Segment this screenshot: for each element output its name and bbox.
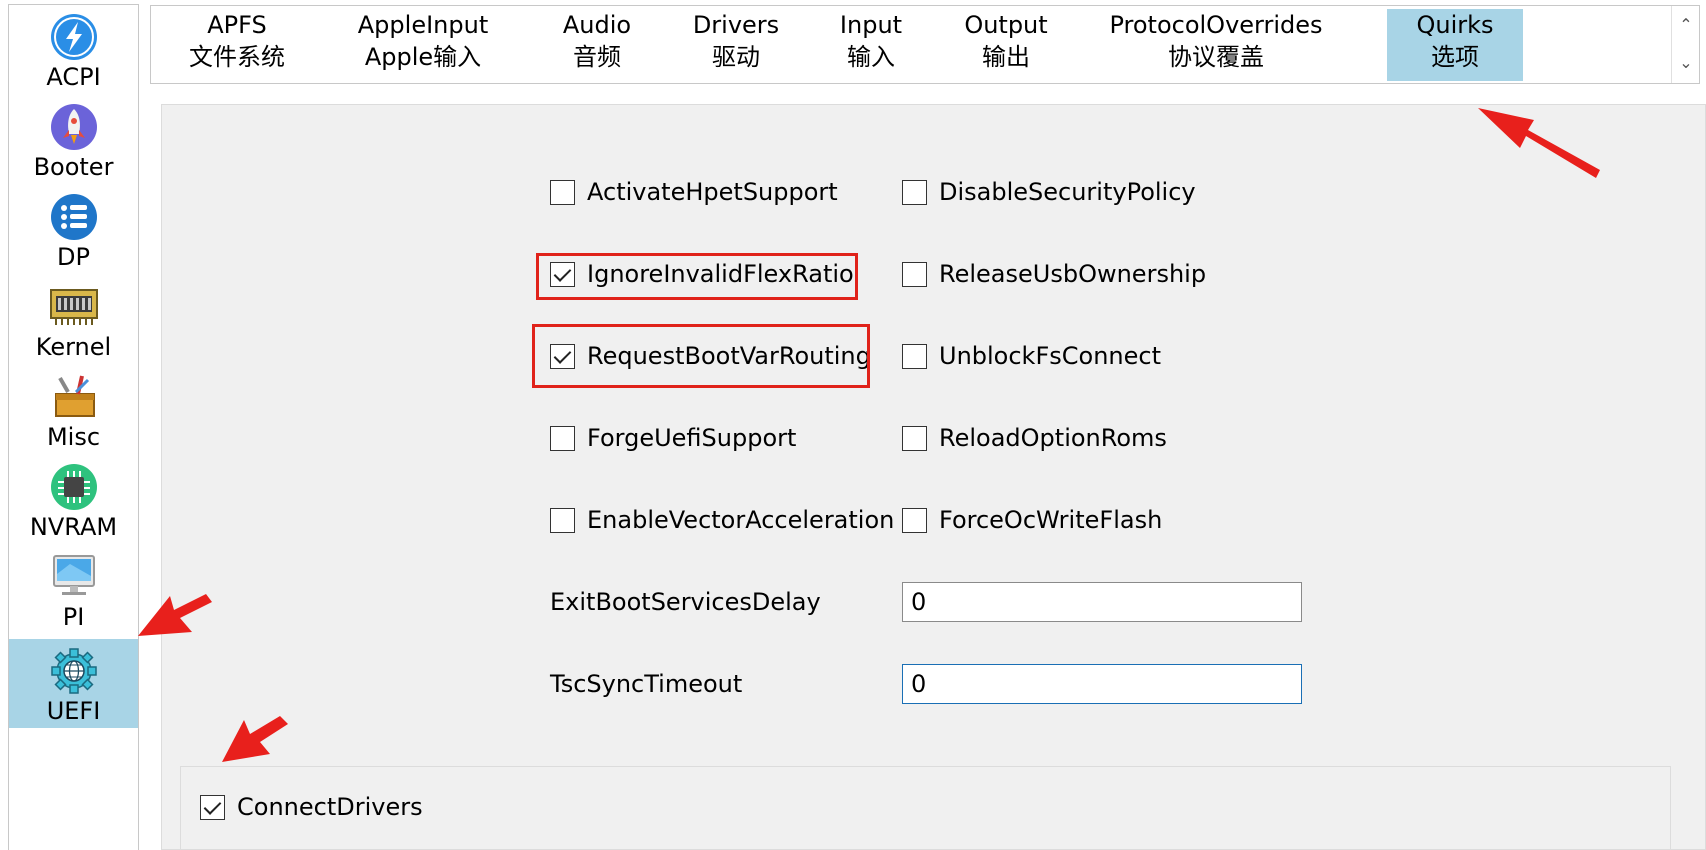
- sidebar-item-label: Misc: [46, 423, 101, 451]
- tab-label-zh: 输出: [982, 43, 1030, 71]
- sidebar-item-label: Kernel: [35, 333, 112, 361]
- checkbox-forceocwriteflash[interactable]: ForceOcWriteFlash: [902, 500, 1162, 540]
- checkbox-box[interactable]: [550, 261, 575, 287]
- tab-audio[interactable]: Audio 音频: [551, 9, 643, 81]
- checkbox-label: ReloadOptionRoms: [939, 424, 1167, 452]
- tab-bar: APFS 文件系统 AppleInput Apple输入 Audio 音频 Dr…: [150, 5, 1700, 84]
- tscsynctimeout-input[interactable]: 0: [902, 664, 1302, 704]
- tab-label-zh: Apple输入: [364, 43, 482, 71]
- tab-protocoloverrides[interactable]: ProtocolOverrides 协议覆盖: [1106, 9, 1326, 81]
- sidebar-item-dp[interactable]: DP: [9, 185, 138, 274]
- checkbox-activatehpetsupport[interactable]: ActivateHpetSupport: [550, 172, 838, 212]
- checkbox-box[interactable]: [902, 179, 927, 205]
- checkbox-label: RequestBootVarRouting: [587, 342, 871, 370]
- checkbox-connectdrivers[interactable]: ConnectDrivers: [200, 787, 423, 827]
- toolbox-icon: [55, 375, 95, 417]
- rocket-icon: [51, 104, 97, 150]
- quirks-panel: [161, 104, 1706, 850]
- checkbox-box[interactable]: [902, 261, 927, 287]
- checkbox-label: ReleaseUsbOwnership: [939, 260, 1207, 288]
- checkbox-box[interactable]: [902, 425, 927, 451]
- checkbox-label: ConnectDrivers: [237, 793, 423, 821]
- tab-label: ProtocolOverrides: [1109, 11, 1323, 39]
- checkbox-label: DisableSecurityPolicy: [939, 178, 1196, 206]
- checkbox-unblockfsconnect[interactable]: UnblockFsConnect: [902, 336, 1161, 376]
- tab-label-zh: 协议覆盖: [1168, 43, 1264, 71]
- tab-label-zh: 选项: [1431, 43, 1479, 71]
- checkbox-requestbootvarrouting[interactable]: RequestBootVarRouting: [550, 336, 871, 376]
- tab-label-zh: 驱动: [712, 43, 760, 71]
- sidebar-item-nvram[interactable]: NVRAM: [9, 455, 138, 544]
- checkbox-box[interactable]: [902, 507, 927, 533]
- checkbox-ignoreinvalidflexratio[interactable]: IgnoreInvalidFlexRatio: [550, 254, 854, 294]
- sidebar-item-acpi[interactable]: ACPI: [9, 5, 138, 94]
- checkbox-label: ForgeUefiSupport: [587, 424, 797, 452]
- checkbox-label: ActivateHpetSupport: [587, 178, 838, 206]
- tab-label: AppleInput: [357, 11, 489, 39]
- tab-label: Quirks: [1416, 11, 1494, 39]
- tab-label-zh: 文件系统: [189, 43, 285, 71]
- tab-appleinput[interactable]: AppleInput Apple输入: [343, 9, 503, 81]
- tab-input[interactable]: Input 输入: [826, 9, 916, 81]
- sidebar-item-label: DP: [57, 243, 90, 271]
- sidebar-item-uefi[interactable]: UEFI: [9, 639, 138, 728]
- list-icon: [51, 194, 97, 240]
- tab-quirks[interactable]: Quirks 选项: [1387, 9, 1523, 81]
- globe-gear-icon: [51, 648, 97, 694]
- sidebar-item-misc[interactable]: Misc: [9, 365, 138, 454]
- sidebar: ACPI Booter DP Kernel Misc NVRAM PI UEFI: [8, 4, 139, 850]
- tab-apfs[interactable]: APFS 文件系统: [171, 9, 303, 81]
- checkbox-box[interactable]: [550, 179, 575, 205]
- tab-drivers[interactable]: Drivers 驱动: [681, 9, 791, 81]
- checkbox-box[interactable]: [550, 507, 575, 533]
- connect-drivers-group: ConnectDrivers: [180, 766, 1671, 850]
- tab-label: Drivers: [692, 11, 780, 39]
- sidebar-item-label: UEFI: [46, 697, 101, 725]
- field-label-tscsynctimeout: TscSyncTimeout: [550, 670, 743, 698]
- checkbox-label: UnblockFsConnect: [939, 342, 1161, 370]
- chevron-up-icon[interactable]: ⌃: [1672, 6, 1700, 44]
- sidebar-item-label: ACPI: [46, 63, 101, 91]
- checkbox-releaseusbownership[interactable]: ReleaseUsbOwnership: [902, 254, 1206, 294]
- tab-scroll: ⌃ ⌄: [1671, 6, 1699, 83]
- checkbox-box[interactable]: [902, 343, 927, 369]
- tab-label: Output: [964, 11, 1048, 39]
- tab-output[interactable]: Output 输出: [951, 9, 1061, 81]
- exitbootservicesdelay-input[interactable]: 0: [902, 582, 1302, 622]
- checkbox-forgeuefisupport[interactable]: ForgeUefiSupport: [550, 418, 796, 458]
- sidebar-item-booter[interactable]: Booter: [9, 95, 138, 184]
- tab-label-zh: 音频: [573, 43, 621, 71]
- checkbox-box[interactable]: [550, 425, 575, 451]
- checkbox-reloadoptionroms[interactable]: ReloadOptionRoms: [902, 418, 1167, 458]
- chip-board-icon: [50, 289, 98, 325]
- tab-label: Input: [839, 11, 903, 39]
- checkbox-disablesecuritypolicy[interactable]: DisableSecurityPolicy: [902, 172, 1196, 212]
- checkbox-label: IgnoreInvalidFlexRatio: [587, 260, 854, 288]
- monitor-icon: [53, 555, 95, 595]
- sidebar-item-label: NVRAM: [29, 513, 118, 541]
- microchip-icon: [51, 464, 97, 510]
- tab-label: Audio: [562, 11, 632, 39]
- sidebar-item-label: PI: [62, 603, 85, 631]
- sidebar-item-pi[interactable]: PI: [9, 545, 138, 634]
- tab-label-zh: 输入: [847, 43, 895, 71]
- checkbox-box[interactable]: [550, 343, 575, 369]
- checkbox-label: ForceOcWriteFlash: [939, 506, 1163, 534]
- field-label-exitbootservicesdelay: ExitBootServicesDelay: [550, 588, 821, 616]
- tab-label: APFS: [207, 11, 267, 39]
- acpi-lightning-icon: [51, 14, 97, 60]
- sidebar-item-label: Booter: [33, 153, 114, 181]
- chevron-down-icon[interactable]: ⌄: [1672, 44, 1700, 82]
- checkbox-box[interactable]: [200, 794, 225, 820]
- sidebar-item-kernel[interactable]: Kernel: [9, 275, 138, 364]
- checkbox-label: EnableVectorAcceleration: [587, 506, 895, 534]
- checkbox-enablevectoracceleration[interactable]: EnableVectorAcceleration: [550, 500, 894, 540]
